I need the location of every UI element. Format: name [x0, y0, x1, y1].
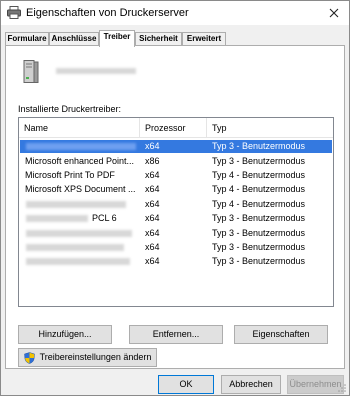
- driver-processor: x64: [145, 170, 160, 180]
- ok-button[interactable]: OK: [158, 375, 214, 394]
- tab-sicherheit[interactable]: Sicherheit: [135, 32, 182, 46]
- redacted-driver-name: [26, 258, 130, 265]
- driver-type: Typ 4 - Benutzermodus: [212, 170, 306, 180]
- driver-processor: x64: [145, 213, 160, 223]
- cancel-button[interactable]: Abbrechen: [221, 375, 281, 394]
- list-header: Name Prozessor Typ: [19, 118, 333, 138]
- column-header-name[interactable]: Name: [19, 118, 139, 138]
- list-item[interactable]: x64 Typ 3 - Benutzermodus: [20, 241, 332, 254]
- add-button[interactable]: Hinzufügen...: [18, 325, 112, 344]
- driver-type: Typ 3 - Benutzermodus: [212, 256, 306, 266]
- driver-type: Typ 4 - Benutzermodus: [212, 184, 306, 194]
- driver-type: Typ 3 - Benutzermodus: [212, 213, 306, 223]
- close-icon[interactable]: [325, 4, 343, 22]
- redacted-driver-name: [26, 201, 126, 208]
- driver-name: Microsoft XPS Document ...: [25, 184, 136, 194]
- driver-name: Microsoft Print To PDF: [25, 170, 115, 180]
- properties-button[interactable]: Eigenschaften: [234, 325, 328, 344]
- driver-type: Typ 3 - Benutzermodus: [212, 156, 306, 166]
- list-item[interactable]: x64 Typ 4 - Benutzermodus: [20, 198, 332, 211]
- printer-icon: [7, 6, 21, 19]
- driver-processor: x86: [145, 156, 160, 166]
- remove-button[interactable]: Entfernen...: [129, 325, 223, 344]
- drivers-list[interactable]: Name Prozessor Typ x64 Typ 3 - Benutzerm…: [18, 117, 334, 307]
- tab-formulare[interactable]: Formulare: [5, 32, 49, 46]
- tab-treiber[interactable]: Treiber: [99, 30, 135, 47]
- driver-processor: x64: [145, 141, 160, 151]
- server-icon: [23, 60, 39, 83]
- list-item[interactable]: Microsoft enhanced Point... x86 Typ 3 - …: [20, 155, 332, 168]
- redacted-server-name: [56, 68, 136, 74]
- window-title: Eigenschaften von Druckerserver: [26, 7, 189, 19]
- installed-drivers-label: Installierte Druckertreiber:: [18, 104, 122, 114]
- redacted-driver-name: [26, 230, 132, 237]
- list-item[interactable]: PCL 6 x64 Typ 3 - Benutzermodus: [20, 212, 332, 225]
- title-bar[interactable]: Eigenschaften von Druckerserver: [1, 1, 349, 25]
- redacted-driver-name: [26, 215, 88, 222]
- list-item[interactable]: x64 Typ 3 - Benutzermodus: [20, 255, 332, 268]
- driver-type: Typ 3 - Benutzermodus: [212, 141, 306, 151]
- list-item[interactable]: Microsoft XPS Document ... x64 Typ 4 - B…: [20, 183, 332, 196]
- column-header-prozessor[interactable]: Prozessor: [140, 118, 206, 138]
- driver-type: Typ 3 - Benutzermodus: [212, 228, 306, 238]
- driver-name: PCL 6: [92, 213, 117, 223]
- redacted-driver-name: [26, 244, 124, 251]
- resize-grip-icon[interactable]: [337, 383, 347, 393]
- column-header-typ[interactable]: Typ: [207, 118, 333, 138]
- list-item[interactable]: x64 Typ 3 - Benutzermodus: [20, 227, 332, 240]
- driver-type: Typ 4 - Benutzermodus: [212, 199, 306, 209]
- driver-name: Microsoft enhanced Point...: [25, 156, 135, 166]
- uac-shield-icon: [24, 352, 35, 364]
- treiber-panel: Installierte Druckertreiber: Name Prozes…: [5, 45, 345, 369]
- driver-processor: x64: [145, 184, 160, 194]
- apply-button[interactable]: Übernehmen: [287, 375, 344, 394]
- driver-processor: x64: [145, 228, 160, 238]
- driver-processor: x64: [145, 242, 160, 252]
- printer-server-properties-window: Eigenschaften von Druckerserver Formular…: [0, 0, 350, 396]
- list-item[interactable]: Microsoft Print To PDF x64 Typ 4 - Benut…: [20, 169, 332, 182]
- driver-processor: x64: [145, 199, 160, 209]
- list-item[interactable]: x64 Typ 3 - Benutzermodus: [20, 140, 332, 153]
- change-driver-settings-button[interactable]: Treibereinstellungen ändern: [18, 348, 157, 367]
- redacted-driver-name: [26, 143, 136, 150]
- tab-erweitert[interactable]: Erweitert: [182, 32, 226, 46]
- driver-type: Typ 3 - Benutzermodus: [212, 242, 306, 252]
- tab-anschluesse[interactable]: Anschlüsse: [49, 32, 99, 46]
- driver-processor: x64: [145, 256, 160, 266]
- change-driver-settings-label: Treibereinstellungen ändern: [39, 352, 152, 362]
